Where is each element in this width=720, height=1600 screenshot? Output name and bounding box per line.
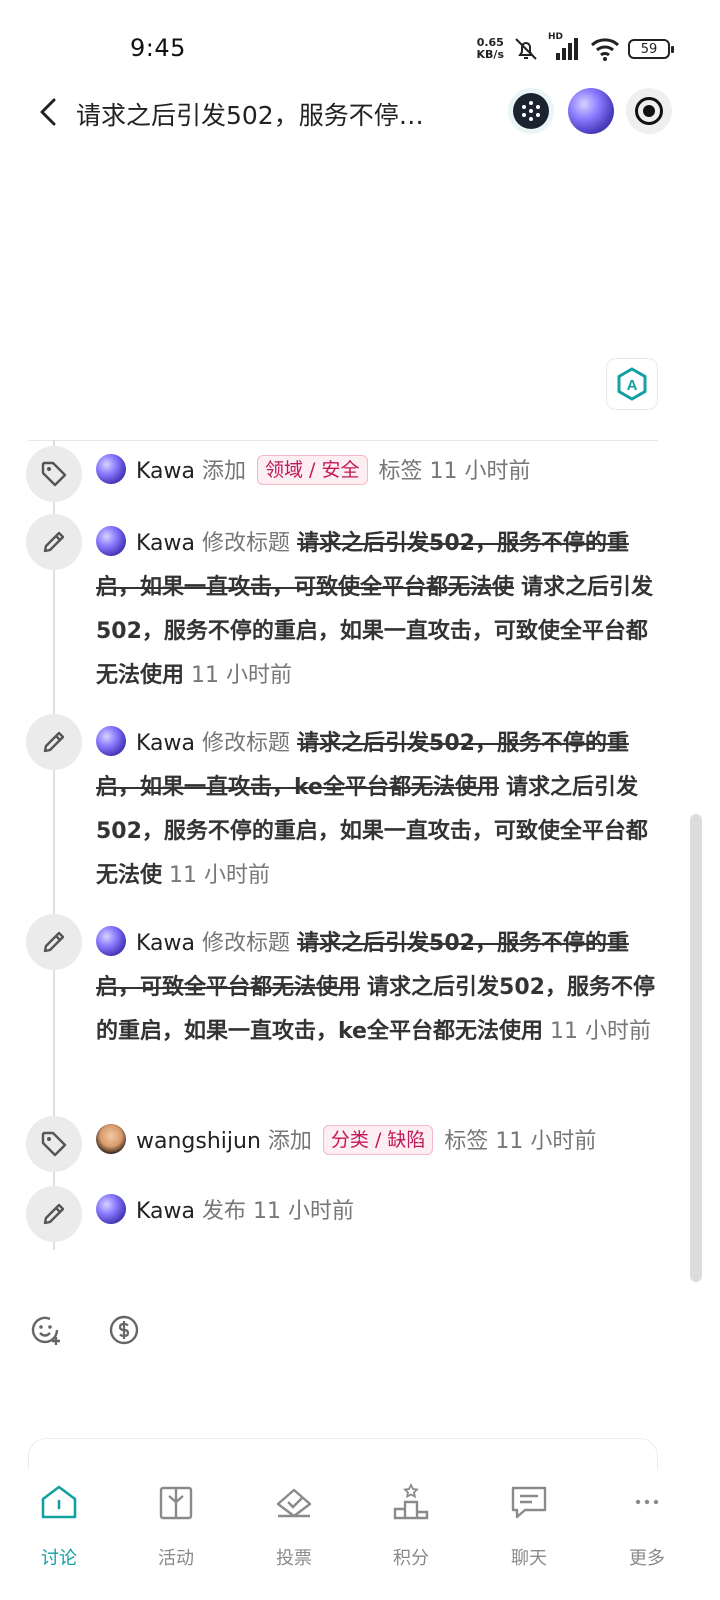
avatar[interactable] bbox=[96, 454, 126, 484]
back-button[interactable] bbox=[30, 94, 66, 130]
pencil-icon bbox=[26, 714, 82, 770]
avatar[interactable] bbox=[96, 1124, 126, 1154]
more-icon bbox=[627, 1482, 667, 1522]
user-link[interactable]: Kawa bbox=[136, 531, 195, 556]
svg-text:A: A bbox=[627, 377, 638, 394]
nav-points[interactable]: 积分 bbox=[352, 1482, 470, 1592]
user-link[interactable]: Kawa bbox=[136, 1199, 195, 1224]
tag-icon bbox=[26, 446, 82, 502]
wifi-icon bbox=[590, 38, 620, 61]
gift-icon bbox=[156, 1482, 196, 1522]
smile-plus-icon bbox=[31, 1316, 60, 1345]
avatar[interactable] bbox=[96, 726, 126, 756]
translate-button[interactable]: A bbox=[606, 358, 658, 410]
dollar-coin-icon bbox=[109, 1315, 139, 1345]
pencil-icon bbox=[26, 514, 82, 570]
pencil-icon bbox=[26, 914, 82, 970]
user-link[interactable]: Kawa bbox=[136, 931, 195, 956]
bottom-nav: 讨论 活动 投票 积分 聊天 更多 bbox=[0, 1470, 720, 1600]
tag-icon bbox=[26, 1116, 82, 1172]
chevron-left-icon bbox=[40, 98, 56, 126]
timestamp: 11 小时前 bbox=[549, 1019, 651, 1044]
user-link[interactable]: Kawa bbox=[136, 459, 195, 484]
chat-icon bbox=[509, 1482, 549, 1522]
page-title: 请求之后引发502，服务不停… bbox=[76, 101, 424, 130]
divider bbox=[28, 440, 658, 441]
avatar[interactable] bbox=[96, 1194, 126, 1224]
timestamp: 11 小时前 bbox=[169, 863, 271, 888]
nav-discuss[interactable]: 讨论 bbox=[0, 1482, 118, 1592]
scrollbar-thumb[interactable] bbox=[690, 814, 702, 1282]
nav-vote[interactable]: 投票 bbox=[235, 1482, 353, 1592]
add-reaction-button[interactable] bbox=[28, 1312, 64, 1348]
timestamp: 11 小时前 bbox=[495, 1129, 597, 1154]
dots-grid-icon bbox=[522, 101, 540, 121]
timestamp: 11 小时前 bbox=[191, 663, 293, 688]
hexagon-a-icon: A bbox=[617, 367, 647, 401]
user-link[interactable]: Kawa bbox=[136, 731, 195, 756]
tag-badge[interactable]: 领域 / 安全 bbox=[257, 455, 368, 485]
user-avatar-button[interactable] bbox=[568, 88, 614, 134]
podium-icon bbox=[391, 1482, 431, 1522]
tag-badge[interactable]: 分类 / 缺陷 bbox=[322, 1125, 434, 1155]
nav-chat[interactable]: 聊天 bbox=[470, 1482, 588, 1592]
mute-bell-icon bbox=[515, 38, 537, 60]
record-icon bbox=[635, 97, 663, 125]
avatar[interactable] bbox=[96, 926, 126, 956]
home-icon bbox=[39, 1482, 79, 1522]
vote-icon bbox=[274, 1482, 314, 1522]
ai-assistant-button[interactable] bbox=[508, 88, 554, 134]
nav-activity[interactable]: 活动 bbox=[117, 1482, 235, 1592]
status-time: 9:45 bbox=[130, 34, 186, 62]
signal-icon: HD bbox=[548, 32, 582, 62]
nav-more[interactable]: 更多 bbox=[588, 1482, 706, 1592]
battery-icon: 59 bbox=[628, 39, 674, 59]
user-link[interactable]: wangshijun bbox=[136, 1129, 261, 1154]
timestamp: 11 小时前 bbox=[253, 1199, 355, 1224]
timestamp: 11 小时前 bbox=[429, 459, 531, 484]
record-button[interactable] bbox=[626, 88, 672, 134]
pencil-icon bbox=[26, 1186, 82, 1242]
net-speed: 0.65 KB/s bbox=[476, 36, 504, 61]
status-icons: 0.65 KB/s HD 59 bbox=[476, 32, 674, 62]
avatar[interactable] bbox=[96, 526, 126, 556]
topic-header: 请求之后引发502，服务不停… bbox=[0, 80, 720, 146]
tip-button[interactable] bbox=[106, 1312, 142, 1348]
